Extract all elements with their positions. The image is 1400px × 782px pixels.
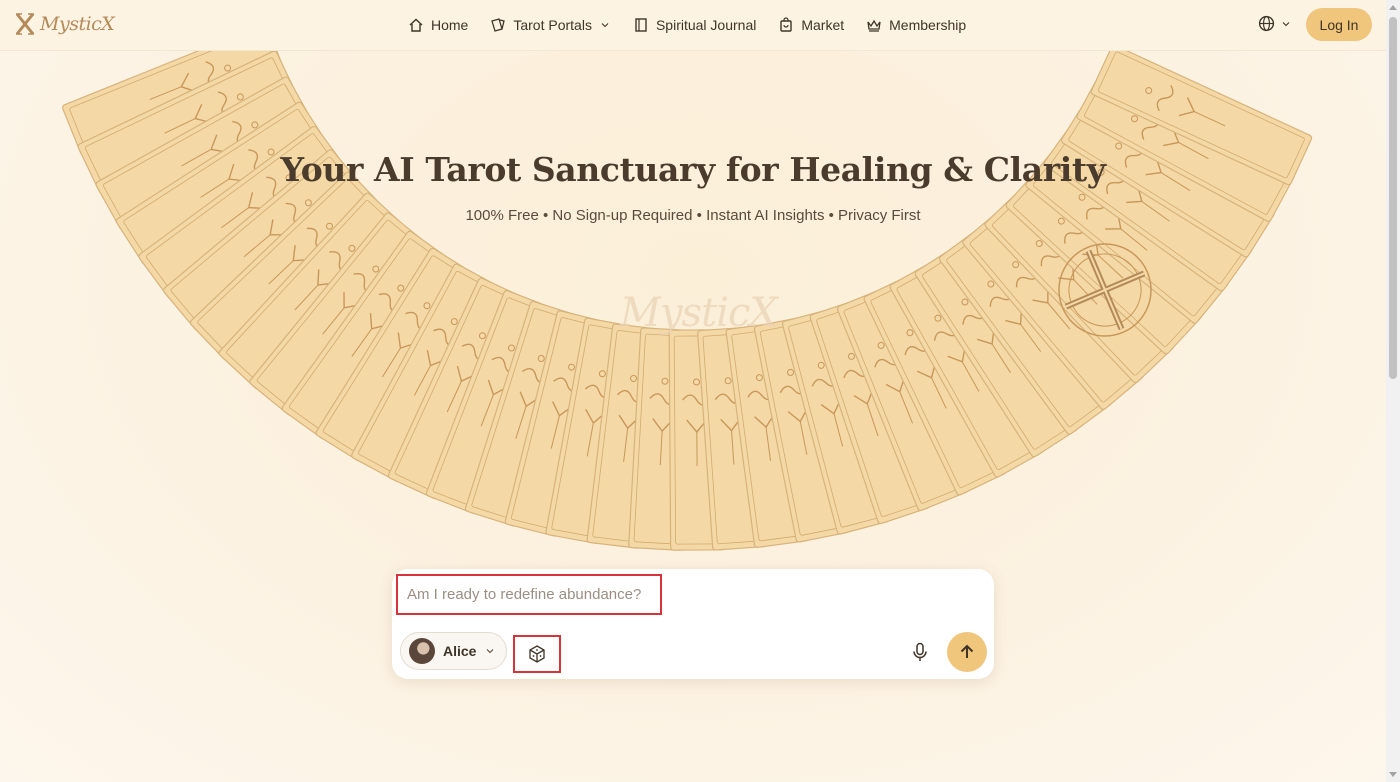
top-navigation-bar: MysticX Home Tarot Portals Spiritual Jou… xyxy=(0,0,1386,51)
journal-icon xyxy=(635,18,647,32)
nav-market-label: Market xyxy=(801,17,845,33)
hero-title: Your AI Tarot Sanctuary for Healing & Cl… xyxy=(280,150,1106,189)
question-composer: Am I ready to redefine abundance? Alice xyxy=(392,569,994,679)
scroll-up-arrow[interactable] xyxy=(1389,5,1397,10)
logo-text: MysticX xyxy=(40,13,115,35)
crown-icon xyxy=(867,19,881,32)
brand-watermark: MysticX xyxy=(620,290,778,336)
random-question-button[interactable] xyxy=(513,635,561,673)
persona-selector[interactable]: Alice xyxy=(400,632,507,670)
nav-membership[interactable]: Membership xyxy=(866,17,966,33)
dice-icon xyxy=(529,645,545,663)
home-icon xyxy=(409,18,423,32)
scroll-thumb[interactable] xyxy=(1389,17,1397,379)
persona-name: Alice xyxy=(443,643,477,659)
chevron-down-icon xyxy=(601,23,609,28)
nav-home-label: Home xyxy=(431,17,469,33)
language-selector[interactable] xyxy=(1258,15,1292,32)
nav-spiritual-journal-label: Spiritual Journal xyxy=(655,17,757,33)
scroll-down-arrow[interactable] xyxy=(1389,772,1397,777)
login-button[interactable]: Log In xyxy=(1306,8,1372,41)
tarot-card-icon xyxy=(491,18,506,32)
nav-home[interactable]: Home xyxy=(408,17,468,33)
nav-tarot-portals-label: Tarot Portals xyxy=(513,17,592,33)
globe-icon xyxy=(1258,15,1275,32)
nav-membership-label: Membership xyxy=(889,17,967,33)
send-button[interactable] xyxy=(947,632,987,672)
hero-subtitle: 100% Free • No Sign-up Required • Instan… xyxy=(465,207,921,224)
main-nav: Home Tarot Portals Spiritual Journal Mar… xyxy=(408,0,966,50)
nav-tarot-portals[interactable]: Tarot Portals xyxy=(490,17,611,33)
avatar xyxy=(409,638,435,664)
question-input-text: Am I ready to redefine abundance? xyxy=(407,586,642,603)
shopping-bag-icon xyxy=(780,17,793,32)
chevron-down-icon xyxy=(1282,21,1290,26)
microphone-icon[interactable] xyxy=(911,642,929,662)
page-scrollbar[interactable] xyxy=(1386,0,1400,782)
nav-market[interactable]: Market xyxy=(778,17,844,33)
site-logo[interactable]: MysticX xyxy=(14,11,115,37)
question-input[interactable]: Am I ready to redefine abundance? xyxy=(396,574,662,615)
nav-spiritual-journal[interactable]: Spiritual Journal xyxy=(633,17,756,33)
logo-x-icon xyxy=(15,13,35,35)
arrow-up-icon xyxy=(960,644,974,658)
chevron-down-icon xyxy=(487,649,494,654)
